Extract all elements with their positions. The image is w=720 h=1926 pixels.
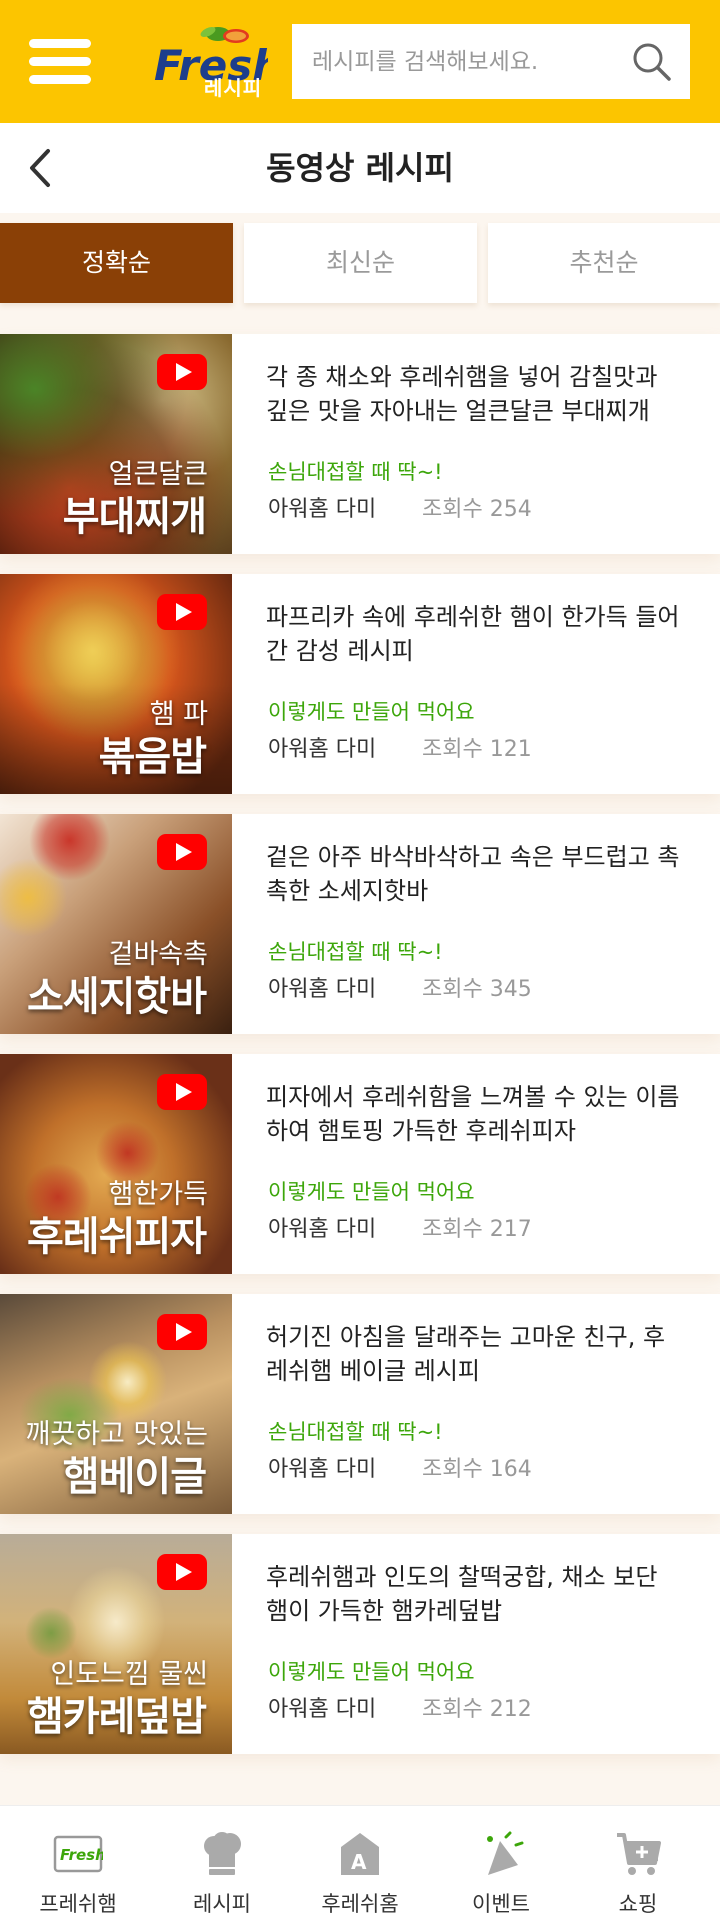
page-title: 동영상 레시피 <box>266 149 454 187</box>
nav-fresh-ham[interactable]: Fresh 프레쉬햄 <box>6 1806 150 1926</box>
search-icon[interactable] <box>632 42 672 82</box>
search-input[interactable] <box>312 24 632 99</box>
recipe-views: 조회수 121 <box>422 737 532 762</box>
nav-fresh-home[interactable]: A 후레쉬홈 <box>288 1806 432 1926</box>
tab-accuracy[interactable]: 정확순 <box>0 223 233 303</box>
recipe-tag: 손님대접할 때 딱~! <box>268 940 443 964</box>
recipe-tag: 손님대접할 때 딱~! <box>268 460 443 484</box>
recipe-views: 조회수 345 <box>422 977 532 1002</box>
youtube-play-icon[interactable] <box>157 1314 207 1350</box>
nav-recipe[interactable]: 레시피 <box>150 1806 294 1926</box>
recipe-item[interactable]: 햄 파 볶음밥 파프리카 속에 후레쉬한 햄이 한가득 들어간 감성 레시피 이… <box>0 574 720 794</box>
svg-text:A: A <box>351 1850 367 1874</box>
recipe-thumbnail[interactable]: 햄 파 볶음밥 <box>0 574 232 794</box>
recipe-author: 아워홈 다미 <box>268 1697 377 1722</box>
recipe-thumbnail[interactable]: 인도느낌 물씬 햄카레덮밥 <box>0 1534 232 1754</box>
recipe-item[interactable]: 인도느낌 물씬 햄카레덮밥 후레쉬햄과 인도의 찰떡궁합, 채소 보단 햄이 가… <box>0 1534 720 1754</box>
recipe-author: 아워홈 다미 <box>268 977 377 1002</box>
recipe-item[interactable]: 겉바속촉 소세지핫바 겉은 아주 바삭바삭하고 속은 부드럽고 촉촉한 소세지핫… <box>0 814 720 1034</box>
recipe-tag: 이렇게도 만들어 먹어요 <box>268 1180 475 1204</box>
cart-icon <box>617 1833 661 1875</box>
recipe-description[interactable]: 허기진 아침을 달래주는 고마운 친구, 후레쉬햄 베이글 레시피 <box>266 1320 686 1388</box>
recipe-tag: 손님대접할 때 딱~! <box>268 1420 443 1444</box>
nav-label: 프레쉬햄 <box>39 1892 117 1916</box>
fresh-logo-icon: Fresh <box>53 1835 103 1873</box>
search-box <box>292 24 690 99</box>
recipe-description[interactable]: 피자에서 후레쉬함을 느껴볼 수 있는 이름하여 햄토핑 가득한 후레쉬피자 <box>266 1080 686 1148</box>
thumbnail-title: 햄베이글 <box>62 1454 207 1500</box>
thumbnail-title: 볶음밥 <box>98 734 207 780</box>
recipe-author: 아워홈 다미 <box>268 737 377 762</box>
nav-label: 후레쉬홈 <box>321 1892 399 1916</box>
recipe-item[interactable]: 얼큰달큰 부대찌개 각 종 채소와 후레쉬햄을 넣어 감칠맛과 깊은 맛을 자아… <box>0 334 720 554</box>
thumbnail-title: 햄카레덮밥 <box>27 1694 207 1740</box>
recipe-description[interactable]: 후레쉬햄과 인도의 찰떡궁합, 채소 보단 햄이 가득한 햄카레덮밥 <box>266 1560 686 1628</box>
tab-latest[interactable]: 최신순 <box>244 223 477 303</box>
nav-label: 레시피 <box>193 1892 251 1916</box>
recipe-description[interactable]: 파프리카 속에 후레쉬한 햄이 한가득 들어간 감성 레시피 <box>266 600 686 668</box>
title-bar: 동영상 레시피 <box>0 123 720 213</box>
nav-label: 쇼핑 <box>618 1892 658 1916</box>
app-header: Fresh 레시피 <box>0 0 720 123</box>
youtube-play-icon[interactable] <box>157 354 207 390</box>
recipe-views: 조회수 254 <box>422 497 532 522</box>
recipe-author: 아워홈 다미 <box>268 497 377 522</box>
thumbnail-title: 부대찌개 <box>62 494 207 540</box>
recipe-thumbnail[interactable]: 깨끗하고 맛있는 햄베이글 <box>0 1294 232 1514</box>
thumbnail-title: 후레쉬피자 <box>27 1214 207 1260</box>
recipe-tag: 이렇게도 만들어 먹어요 <box>268 1660 475 1684</box>
recipe-item[interactable]: 햄한가득 후레쉬피자 피자에서 후레쉬함을 느껴볼 수 있는 이름하여 햄토핑 … <box>0 1054 720 1274</box>
nav-event[interactable]: 이벤트 <box>429 1806 573 1926</box>
recipe-tag: 이렇게도 만들어 먹어요 <box>268 700 475 724</box>
recipe-thumbnail[interactable]: 얼큰달큰 부대찌개 <box>0 334 232 554</box>
recipe-author: 아워홈 다미 <box>268 1217 377 1242</box>
recipe-thumbnail[interactable]: 겉바속촉 소세지핫바 <box>0 814 232 1034</box>
recipe-item[interactable]: 깨끗하고 맛있는 햄베이글 허기진 아침을 달래주는 고마운 친구, 후레쉬햄 … <box>0 1294 720 1514</box>
menu-icon[interactable] <box>27 37 93 86</box>
recipe-views: 조회수 164 <box>422 1457 532 1482</box>
recipe-views: 조회수 217 <box>422 1217 532 1242</box>
recipe-thumbnail[interactable]: 햄한가득 후레쉬피자 <box>0 1054 232 1274</box>
recipe-views: 조회수 212 <box>422 1697 532 1722</box>
youtube-play-icon[interactable] <box>157 834 207 870</box>
nav-shopping[interactable]: 쇼핑 <box>566 1806 710 1926</box>
youtube-play-icon[interactable] <box>157 594 207 630</box>
youtube-play-icon[interactable] <box>157 1554 207 1590</box>
youtube-play-icon[interactable] <box>157 1074 207 1110</box>
logo-subtitle: 레시피 <box>204 76 263 100</box>
bottom-nav: Fresh 프레쉬햄 레시피 A 후레쉬홈 이벤트 쇼핑 <box>0 1805 720 1926</box>
tab-recommended[interactable]: 추천순 <box>488 223 720 303</box>
recipe-description[interactable]: 겉은 아주 바삭바삭하고 속은 부드럽고 촉촉한 소세지핫바 <box>266 840 686 908</box>
thumbnail-title: 소세지핫바 <box>27 974 207 1020</box>
chef-hat-icon <box>204 1832 241 1875</box>
nav-label: 이벤트 <box>472 1892 530 1916</box>
sort-tabs: 정확순 최신순 추천순 <box>0 223 720 303</box>
recipe-description[interactable]: 각 종 채소와 후레쉬햄을 넣어 감칠맛과 깊은 맛을 자아내는 얼큰달큰 부대… <box>266 360 686 428</box>
party-icon <box>487 1831 524 1875</box>
back-arrow-icon[interactable] <box>24 145 60 191</box>
page: Fresh 레시피 동영상 레시피 정확순 최신순 추천순 <box>0 0 720 1926</box>
recipe-author: 아워홈 다미 <box>268 1457 377 1482</box>
svg-text:Fresh: Fresh <box>60 1846 103 1864</box>
home-icon: A <box>341 1833 379 1875</box>
